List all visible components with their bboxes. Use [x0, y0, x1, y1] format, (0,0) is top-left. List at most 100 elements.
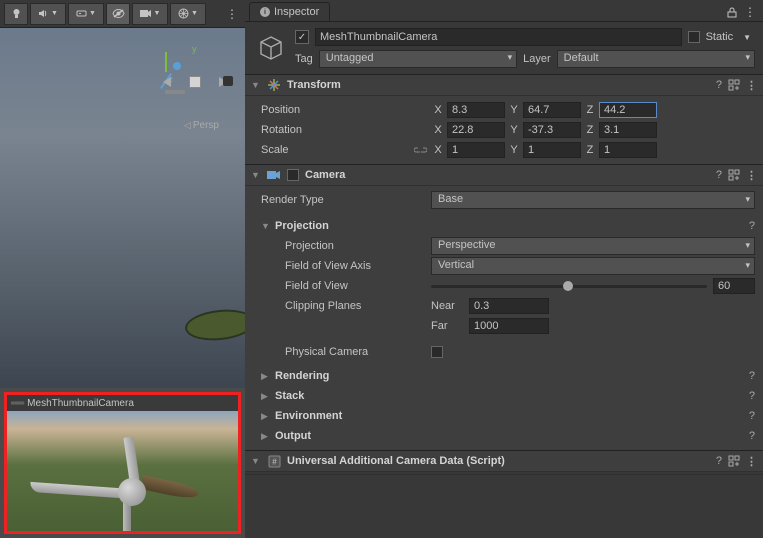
- preview-render: [7, 411, 238, 531]
- active-checkbox[interactable]: ✓: [295, 30, 309, 44]
- projection-label[interactable]: ◁Persp: [184, 120, 219, 131]
- help-button[interactable]: ?: [749, 390, 755, 402]
- projection-dropdown[interactable]: Perspective: [431, 237, 755, 255]
- scene-menu-button[interactable]: ⋮: [223, 5, 241, 23]
- rotation-label: Rotation: [253, 124, 429, 136]
- help-button[interactable]: ?: [716, 169, 722, 181]
- camera-title: Camera: [305, 169, 710, 181]
- fov-axis-dropdown[interactable]: Vertical: [431, 257, 755, 275]
- tab-menu-button[interactable]: ⋮: [741, 3, 759, 21]
- foldout-open-icon: ▼: [251, 80, 261, 90]
- object-name-input[interactable]: [315, 28, 682, 46]
- position-z-input[interactable]: [599, 102, 657, 118]
- preview-title: MeshThumbnailCamera: [27, 398, 134, 409]
- foldout-open-icon: ▼: [261, 221, 271, 231]
- preset-icon: [728, 79, 740, 91]
- near-input[interactable]: [469, 298, 549, 314]
- audio-toggle[interactable]: ▼: [30, 3, 66, 25]
- help-button[interactable]: ?: [749, 430, 755, 442]
- help-button[interactable]: ?: [716, 79, 722, 91]
- help-button[interactable]: ?: [749, 370, 755, 382]
- foldout-closed-icon: ▶: [261, 391, 271, 402]
- far-label: Far: [431, 320, 467, 332]
- slider-thumb[interactable]: [563, 281, 573, 291]
- audio-icon: [38, 8, 49, 19]
- scale-z-input[interactable]: [599, 142, 657, 158]
- inspector-panel: i Inspector ⋮ ✓ Static ▼ Tag U: [245, 0, 763, 538]
- rotation-z-input[interactable]: [599, 122, 657, 138]
- far-input[interactable]: [469, 318, 549, 334]
- camera-header[interactable]: ▼ Camera ? ⋮: [245, 164, 763, 186]
- lock-button[interactable]: [723, 3, 741, 21]
- orientation-gizmo[interactable]: y z: [165, 52, 225, 112]
- object-icon[interactable]: [253, 30, 289, 66]
- inspector-tab-label: Inspector: [274, 6, 319, 18]
- cube-icon: [257, 34, 285, 62]
- camera-icon: [140, 9, 152, 18]
- help-button[interactable]: ?: [749, 220, 755, 232]
- transform-icon: [267, 78, 281, 92]
- physical-camera-label: Physical Camera: [253, 346, 429, 358]
- rendering-section-header[interactable]: ▶ Rendering ?: [253, 366, 755, 386]
- scene-viewport[interactable]: y z ◁Persp: [0, 28, 245, 388]
- environment-section-header[interactable]: ▶ Environment ?: [253, 406, 755, 426]
- component-menu-button[interactable]: ⋮: [746, 169, 757, 182]
- inspector-tab[interactable]: i Inspector: [249, 2, 330, 21]
- layer-label: Layer: [523, 53, 551, 65]
- foldout-open-icon: ▼: [251, 170, 261, 180]
- physical-camera-checkbox[interactable]: [431, 346, 443, 358]
- gizmo-toggle[interactable]: ▼: [170, 3, 206, 25]
- stack-section-header[interactable]: ▶ Stack ?: [253, 386, 755, 406]
- position-y-input[interactable]: [523, 102, 581, 118]
- preset-button[interactable]: [728, 79, 740, 91]
- camera-body: Render Type Base ▼ Projection ? Projecti…: [245, 186, 763, 450]
- camera-toggle[interactable]: ▼: [132, 3, 168, 25]
- drag-handle-icon: ══: [11, 398, 23, 409]
- visibility-toggle[interactable]: [106, 3, 130, 25]
- foldout-closed-icon: ▶: [261, 431, 271, 442]
- projection-section-header[interactable]: ▼ Projection ?: [253, 216, 755, 236]
- fov-slider[interactable]: [431, 285, 707, 288]
- camera-component-icon: [267, 168, 281, 182]
- component-menu-button[interactable]: ⋮: [746, 79, 757, 92]
- fov-value-input[interactable]: [713, 278, 755, 294]
- kebab-icon: ⋮: [744, 5, 756, 19]
- lightbulb-icon: [11, 8, 22, 19]
- preview-header[interactable]: ══ MeshThumbnailCamera: [7, 395, 238, 411]
- camera-enabled-checkbox[interactable]: [287, 169, 299, 181]
- gizmo-icon: [178, 8, 189, 19]
- transform-body: Position X Y Z Rotation X Y Z Scale X Y …: [245, 96, 763, 164]
- help-button[interactable]: ?: [749, 410, 755, 422]
- static-checkbox[interactable]: [688, 31, 700, 43]
- rotation-x-input[interactable]: [447, 122, 505, 138]
- info-icon: i: [260, 7, 270, 17]
- static-dropdown-arrow[interactable]: ▼: [739, 33, 755, 42]
- fx-toggle[interactable]: ▼: [68, 3, 104, 25]
- rotation-y-input[interactable]: [523, 122, 581, 138]
- help-button[interactable]: ?: [716, 455, 722, 467]
- scale-y-input[interactable]: [523, 142, 581, 158]
- constrain-icon[interactable]: [414, 145, 427, 155]
- transform-header[interactable]: ▼ Transform ? ⋮: [245, 74, 763, 96]
- lighting-toggle[interactable]: [4, 3, 28, 25]
- position-x-input[interactable]: [447, 102, 505, 118]
- urp-title: Universal Additional Camera Data (Script…: [287, 455, 710, 467]
- render-type-dropdown[interactable]: Base: [431, 191, 755, 209]
- foldout-closed-icon: ▶: [261, 371, 271, 382]
- urp-data-header[interactable]: ▼ # Universal Additional Camera Data (Sc…: [245, 450, 763, 472]
- scene-toolbar: ▼ ▼ ▼ ▼ ⋮: [0, 0, 245, 28]
- tag-dropdown[interactable]: Untagged: [319, 50, 517, 68]
- preset-icon: [728, 455, 740, 467]
- preset-button[interactable]: [728, 169, 740, 181]
- component-menu-button[interactable]: ⋮: [746, 455, 757, 468]
- scale-label: Scale: [253, 144, 429, 156]
- foldout-open-icon: ▼: [251, 456, 261, 466]
- scale-x-input[interactable]: [447, 142, 505, 158]
- output-section-header[interactable]: ▶ Output ?: [253, 426, 755, 446]
- eye-off-icon: [112, 8, 125, 19]
- script-icon: #: [267, 454, 281, 468]
- preset-button[interactable]: [728, 455, 740, 467]
- svg-text:#: #: [272, 457, 277, 466]
- layer-dropdown[interactable]: Default: [557, 50, 755, 68]
- render-type-label: Render Type: [253, 194, 429, 206]
